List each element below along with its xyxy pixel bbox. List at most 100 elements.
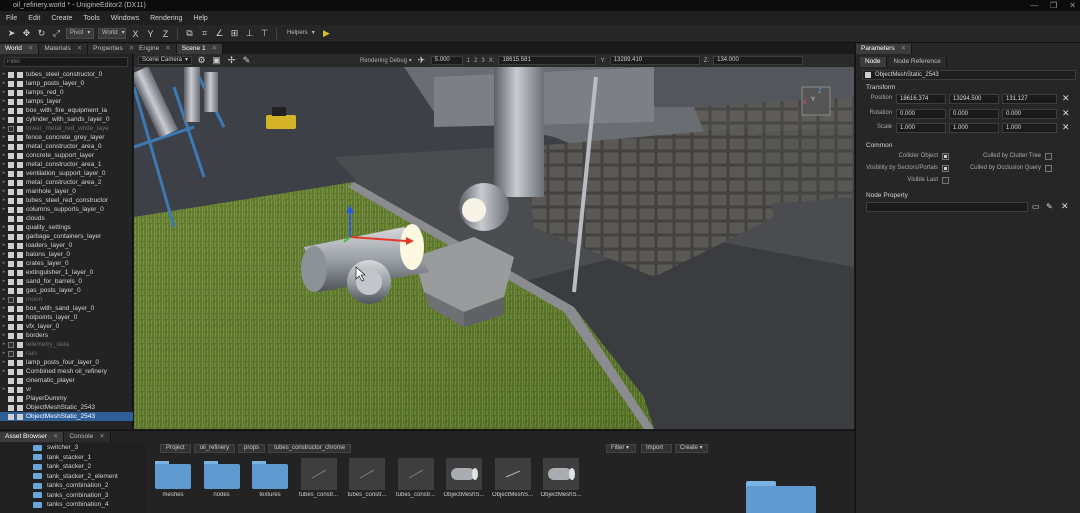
expand-arrow-icon[interactable]: ▸ xyxy=(0,322,8,331)
visibility-checkbox[interactable] xyxy=(8,377,14,384)
snap-scale-icon[interactable]: ⊞ xyxy=(229,28,240,39)
visibility-checkbox[interactable] xyxy=(8,143,14,150)
expand-arrow-icon[interactable]: ▸ xyxy=(0,250,8,259)
visibility-checkbox[interactable] xyxy=(8,413,14,420)
camera-dropdown[interactable]: Scene Camera ▾ xyxy=(138,56,192,65)
visibility-checkbox[interactable] xyxy=(8,188,14,195)
world-node-row[interactable]: ▸ metal_constructor_area_1 xyxy=(0,160,133,169)
expand-arrow-icon[interactable]: ▸ xyxy=(0,97,8,106)
rotation-y-field[interactable]: 0.000 xyxy=(949,109,999,119)
tree-item[interactable]: tanks_combination_3 xyxy=(0,491,146,501)
asset-folder[interactable]: textures xyxy=(249,458,291,498)
tab-console[interactable]: Console ✕ xyxy=(64,432,111,442)
world-node-row[interactable]: ▸ lamps_red_0 xyxy=(0,88,133,97)
expand-arrow-icon[interactable]: ▸ xyxy=(0,70,8,79)
breadcrumb-oil-refinery[interactable]: oil_refinery xyxy=(193,444,236,453)
node-name-field[interactable]: ObjectMeshStatic_2543 xyxy=(875,72,939,78)
world-node-row[interactable]: ▸ garbage_containers_layer xyxy=(0,232,133,241)
world-node-row[interactable]: ▸ hotpoints_layer_0 xyxy=(0,313,133,322)
visibility-checkbox[interactable] xyxy=(8,242,14,249)
filter-button[interactable]: Filter ▾ xyxy=(606,444,636,453)
world-node-row[interactable]: ▸ vr xyxy=(0,385,133,394)
expand-arrow-icon[interactable]: ▸ xyxy=(0,349,8,358)
tree-item[interactable]: tank_stacker_1 xyxy=(0,453,146,463)
expand-arrow-icon[interactable]: ▸ xyxy=(0,313,8,322)
visibility-checkbox[interactable] xyxy=(8,305,14,312)
world-node-row[interactable]: ▸ borders xyxy=(0,331,133,340)
import-button[interactable]: Import xyxy=(641,444,672,453)
snap-1-button[interactable]: 1 xyxy=(467,58,470,64)
visibility-checkbox[interactable] xyxy=(8,107,14,114)
tab-scene[interactable]: Scene 1 ✕ xyxy=(176,44,224,54)
reset-scale-icon[interactable]: ✕ xyxy=(1062,123,1070,132)
visibility-checkbox[interactable] xyxy=(8,116,14,123)
expand-arrow-icon[interactable]: ▸ xyxy=(0,259,8,268)
grid-icon[interactable]: ✢ xyxy=(226,55,237,66)
node-property-field[interactable] xyxy=(866,202,1028,212)
visibility-checkbox[interactable] xyxy=(8,215,14,222)
collider-checkbox[interactable] xyxy=(942,153,949,160)
position-y-field[interactable]: 13294.500 xyxy=(949,94,999,104)
expand-arrow-icon[interactable]: ▸ xyxy=(0,367,8,376)
node-enabled-checkbox[interactable] xyxy=(865,72,871,78)
drop-to-ground-icon[interactable]: ⊤ xyxy=(259,28,270,39)
world-node-row[interactable]: ▸ lamps_layer xyxy=(0,97,133,106)
tree-item[interactable]: tank_stacker_2 xyxy=(0,462,146,472)
world-node-row[interactable]: ▸ cylinder_with_sands_layer_0 xyxy=(0,115,133,124)
expand-arrow-icon[interactable]: ▸ xyxy=(0,331,8,340)
world-filter-input[interactable] xyxy=(4,57,128,67)
expand-arrow-icon[interactable]: ▸ xyxy=(0,268,8,277)
visibility-checkbox[interactable] xyxy=(8,404,14,411)
visibility-checkbox[interactable] xyxy=(8,314,14,321)
axis-y-button[interactable]: Y xyxy=(145,28,156,39)
world-node-row[interactable]: ▸ sand_for_barrels_0 xyxy=(0,277,133,286)
expand-arrow-icon[interactable]: ▸ xyxy=(0,151,8,160)
tab-node-reference[interactable]: Node Reference xyxy=(888,57,947,67)
occlusion-checkbox[interactable] xyxy=(1045,165,1052,172)
create-button[interactable]: Create ▾ xyxy=(675,444,708,453)
position-z-field[interactable]: 131.127 xyxy=(1002,94,1057,104)
camera-icon[interactable]: ▣ xyxy=(211,55,222,66)
edit-icon[interactable]: ✎ xyxy=(1046,202,1053,211)
world-node-row[interactable]: ▸ moon xyxy=(0,295,133,304)
menu-windows[interactable]: Windows xyxy=(111,15,139,22)
menu-edit[interactable]: Edit xyxy=(28,15,40,22)
asset-folder[interactable]: meshes xyxy=(152,458,194,498)
visibility-checkbox[interactable] xyxy=(8,80,14,87)
visibility-checkbox[interactable] xyxy=(8,386,14,393)
menu-create[interactable]: Create xyxy=(51,15,72,22)
axis-x-button[interactable]: X xyxy=(130,28,141,39)
visibility-checkbox[interactable] xyxy=(8,152,14,159)
tree-item[interactable]: tanks_combination_4 xyxy=(0,500,146,510)
visibility-checkbox[interactable] xyxy=(8,89,14,96)
visibility-checkbox[interactable] xyxy=(8,296,14,303)
expand-arrow-icon[interactable]: ▸ xyxy=(0,286,8,295)
menu-file[interactable]: File xyxy=(6,15,17,22)
world-node-row[interactable]: ▸ Combined mesh oil_refinery xyxy=(0,367,133,376)
reset-rotation-icon[interactable]: ✕ xyxy=(1062,109,1070,118)
world-node-row[interactable]: ▸ crates_layer_0 xyxy=(0,259,133,268)
expand-arrow-icon[interactable]: ▸ xyxy=(0,133,8,142)
world-node-row[interactable]: ▸ fence_concrete_grey_layer xyxy=(0,133,133,142)
expand-arrow-icon[interactable]: ▸ xyxy=(0,187,8,196)
snap-grid-icon[interactable]: ⌗ xyxy=(199,28,210,39)
world-node-row[interactable]: ▸ gas_posts_layer_0 xyxy=(0,286,133,295)
axis-z-button[interactable]: Z xyxy=(160,28,171,39)
tree-item[interactable]: tank_stacker_2_element xyxy=(0,472,146,482)
visibility-checkbox[interactable] xyxy=(8,134,14,141)
close-icon[interactable]: ✕ xyxy=(28,44,33,54)
world-node-row[interactable]: ▸ tower_metal_red_white_laye xyxy=(0,124,133,133)
close-icon[interactable]: ✕ xyxy=(77,44,82,54)
world-node-row[interactable]: ▸ lamp_posts_four_layer_0 xyxy=(0,358,133,367)
maximize-button[interactable]: ❐ xyxy=(1050,0,1057,11)
expand-arrow-icon[interactable]: ▸ xyxy=(0,232,8,241)
visibility-checkbox[interactable] xyxy=(8,233,14,240)
expand-arrow-icon[interactable]: ▸ xyxy=(0,295,8,304)
world-node-row[interactable]: ▸ tubes_steel_constructor_0 xyxy=(0,70,133,79)
world-node-row[interactable]: clouds xyxy=(0,214,133,223)
asset-item[interactable]: ObjectMeshS... xyxy=(492,458,534,498)
expand-arrow-icon[interactable]: ▸ xyxy=(0,340,8,349)
x-coord-field[interactable]: 18615.581 xyxy=(498,56,597,65)
visible-last-checkbox[interactable] xyxy=(942,177,949,184)
visibility-checkbox[interactable] xyxy=(8,260,14,267)
